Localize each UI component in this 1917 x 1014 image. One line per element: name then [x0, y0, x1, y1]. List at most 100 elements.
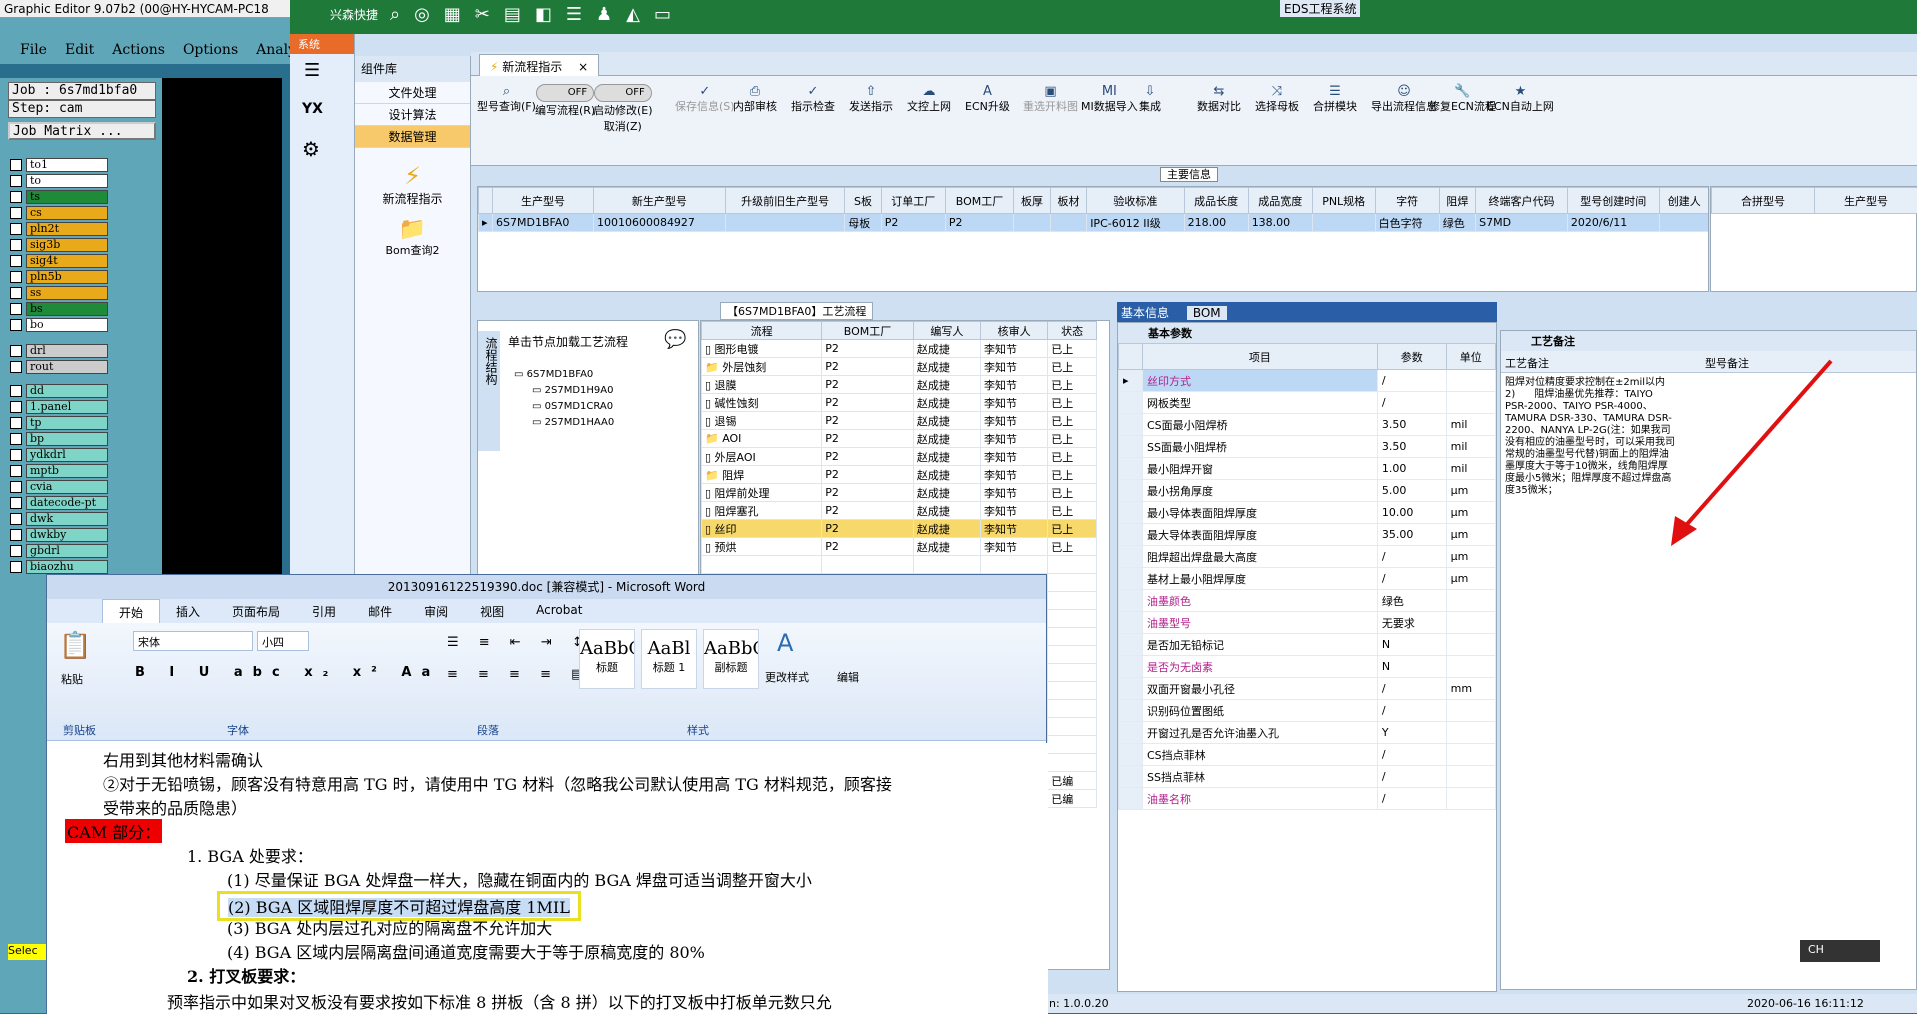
- flow-column-header[interactable]: BOM工厂: [822, 322, 914, 340]
- table-cell[interactable]: IPC-6012 II级: [1087, 214, 1184, 232]
- menu-options[interactable]: Options: [183, 42, 238, 58]
- props-cell[interactable]: /: [1377, 744, 1446, 766]
- props-row[interactable]: SS面最小阻焊桥3.50mil: [1119, 436, 1496, 458]
- flow-cell[interactable]: ▯ 丝印: [702, 520, 822, 538]
- column-header[interactable]: 板厚: [1014, 188, 1050, 214]
- layer-checkbox[interactable]: [10, 255, 22, 267]
- layer-row[interactable]: ts: [10, 190, 130, 204]
- props-cell[interactable]: /: [1377, 788, 1446, 810]
- column-header[interactable]: 终端客户代码: [1476, 188, 1568, 214]
- column-header[interactable]: 阻焊: [1439, 188, 1475, 214]
- props-cell[interactable]: /: [1377, 700, 1446, 722]
- layer-checkbox[interactable]: [10, 191, 22, 203]
- props-row[interactable]: 是否加无铅标记N: [1119, 634, 1496, 656]
- layer-name[interactable]: 1.panel: [26, 400, 108, 414]
- props-column-header[interactable]: 参数: [1377, 344, 1446, 370]
- props-row[interactable]: 是否为无卤素N: [1119, 656, 1496, 678]
- layer-name[interactable]: bs: [26, 302, 108, 316]
- props-cell[interactable]: [1446, 392, 1495, 414]
- table-cell[interactable]: [1050, 214, 1086, 232]
- tree-node[interactable]: ▭ 6S7MD1BFA0: [514, 369, 614, 385]
- layer-name[interactable]: dwk: [26, 512, 108, 526]
- flow-cell[interactable]: 李知节: [981, 376, 1048, 394]
- tree-item-file[interactable]: 文件处理: [355, 82, 470, 104]
- column-header[interactable]: 订单工厂: [881, 188, 945, 214]
- props-cell[interactable]: 3.50: [1377, 414, 1446, 436]
- layer-name[interactable]: biaozhu: [26, 560, 108, 574]
- flow-cell[interactable]: 赵成捷: [913, 502, 980, 520]
- flow-cell[interactable]: P2: [822, 466, 914, 484]
- props-cell[interactable]: 是否加无铅标记: [1143, 634, 1378, 656]
- props-row[interactable]: 识别码位置图纸/: [1119, 700, 1496, 722]
- close-icon[interactable]: ×: [578, 60, 588, 74]
- props-cell[interactable]: 油墨型号: [1143, 612, 1378, 634]
- toolbar-button[interactable]: ⎙内部审核: [733, 84, 777, 114]
- props-cell[interactable]: μm: [1446, 568, 1495, 590]
- props-cell[interactable]: 丝印方式: [1143, 370, 1378, 392]
- change-styles-label[interactable]: 更改样式: [765, 669, 809, 685]
- flow-cell[interactable]: 📁 AOI: [702, 430, 822, 448]
- layer-row[interactable]: rout: [10, 360, 130, 374]
- layer-checkbox[interactable]: [10, 417, 22, 429]
- flow-row[interactable]: ▯ 退膜P2赵成捷李知节已上: [702, 376, 1097, 394]
- props-row[interactable]: 双面开窗最小孔径/mm: [1119, 678, 1496, 700]
- props-cell[interactable]: /: [1377, 546, 1446, 568]
- layer-name[interactable]: mptb: [26, 464, 108, 478]
- flow-column-header[interactable]: 核审人: [981, 322, 1048, 340]
- word-tab[interactable]: 邮件: [352, 599, 408, 623]
- props-cell[interactable]: mil: [1446, 458, 1495, 480]
- flow-cell[interactable]: 李知节: [981, 412, 1048, 430]
- props-cell[interactable]: 识别码位置图纸: [1143, 700, 1378, 722]
- flow-cell[interactable]: 李知节: [981, 448, 1048, 466]
- layer-row[interactable]: ydkdrl: [10, 448, 130, 462]
- table-cell[interactable]: S7MD: [1476, 214, 1568, 232]
- table-cell[interactable]: 2020/6/11: [1567, 214, 1659, 232]
- layer-row[interactable]: dwk: [10, 512, 130, 526]
- layer-checkbox[interactable]: [10, 345, 22, 357]
- props-cell[interactable]: SS挡点菲林: [1143, 766, 1378, 788]
- props-cell[interactable]: /: [1377, 392, 1446, 414]
- select-label[interactable]: Selec: [8, 944, 48, 960]
- flow-cell[interactable]: 李知节: [981, 394, 1048, 412]
- props-cell[interactable]: [1446, 700, 1495, 722]
- column-header[interactable]: 生产型号: [493, 188, 594, 214]
- style-item[interactable]: AaBbC副标题: [703, 629, 759, 689]
- props-cell[interactable]: /: [1377, 568, 1446, 590]
- layer-checkbox[interactable]: [10, 401, 22, 413]
- layer-row[interactable]: dd: [10, 384, 130, 398]
- props-cell[interactable]: 油墨名称: [1143, 788, 1378, 810]
- nav-bom-query[interactable]: Bom查询2: [355, 242, 470, 258]
- props-cell[interactable]: μm: [1446, 546, 1495, 568]
- props-cell[interactable]: mil: [1446, 436, 1495, 458]
- layer-name[interactable]: cvia: [26, 480, 108, 494]
- layer-checkbox[interactable]: [10, 271, 22, 283]
- layer-name[interactable]: pln2t: [26, 222, 108, 236]
- layer-row[interactable]: dwkby: [10, 528, 130, 542]
- props-row[interactable]: 阻焊超出焊盘最大高度/μm: [1119, 546, 1496, 568]
- table-cell[interactable]: 白色字符: [1375, 214, 1439, 232]
- column-header[interactable]: S板: [845, 188, 881, 214]
- props-row[interactable]: 油墨颜色绿色: [1119, 590, 1496, 612]
- flow-cell[interactable]: 赵成捷: [913, 538, 980, 556]
- props-cell[interactable]: /: [1377, 370, 1446, 392]
- paste-label[interactable]: 粘贴: [61, 671, 83, 687]
- flow-cell[interactable]: P2: [822, 412, 914, 430]
- layer-checkbox[interactable]: [10, 529, 22, 541]
- flow-cell[interactable]: P2: [822, 394, 914, 412]
- layer-checkbox[interactable]: [10, 513, 22, 525]
- flow-cell[interactable]: ▯ 外层AOI: [702, 448, 822, 466]
- layer-name[interactable]: ydkdrl: [26, 448, 108, 462]
- folder-icon[interactable]: 📁: [355, 217, 470, 242]
- tree-item-design[interactable]: 设计算法: [355, 104, 470, 126]
- layer-checkbox[interactable]: [10, 449, 22, 461]
- props-cell[interactable]: μm: [1446, 480, 1495, 502]
- menu-icon[interactable]: ☰: [304, 60, 340, 81]
- lightning-icon[interactable]: ⚡: [355, 162, 470, 190]
- flow-row[interactable]: ▯ 丝印P2赵成捷李知节已上: [702, 520, 1097, 538]
- layer-row[interactable]: pln5b: [10, 270, 130, 284]
- props-cell[interactable]: [1446, 788, 1495, 810]
- flow-cell[interactable]: ▯ 碱性蚀刻: [702, 394, 822, 412]
- layer-row[interactable]: datecode-pt: [10, 496, 130, 510]
- toggle-switch[interactable]: OFF: [536, 84, 594, 102]
- flow-cell[interactable]: ▯ 图形电镀: [702, 340, 822, 358]
